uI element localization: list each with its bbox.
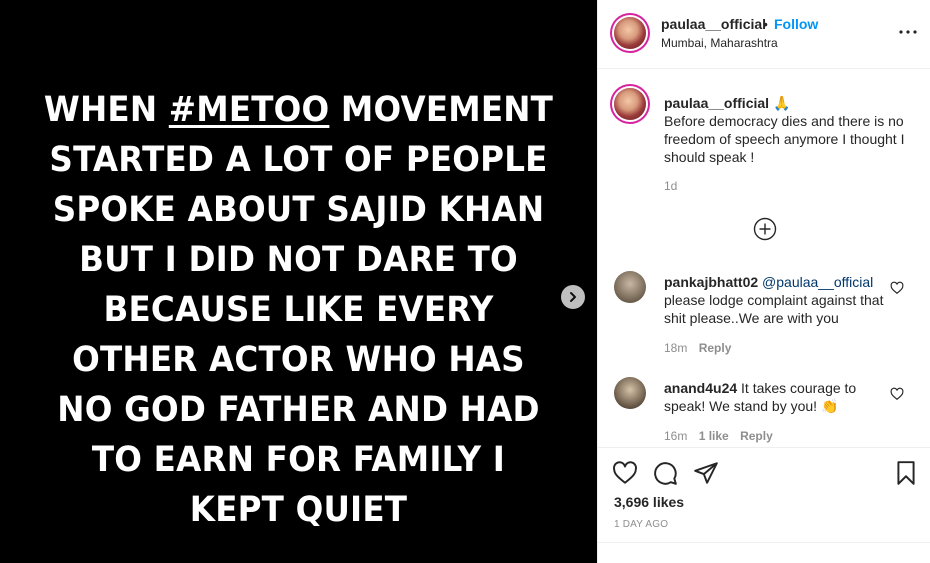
plus-circle-icon [753,217,777,241]
like-comment-heart-icon[interactable] [890,281,904,295]
reply-button[interactable]: Reply [740,429,773,443]
post-header: paulaa__official • Follow Mumbai, Mahara… [598,0,930,69]
media-line-3: SPOKE ABOUT SAJID KHAN [52,190,545,230]
chevron-right-icon [570,292,576,302]
comment-time[interactable]: 16m [664,429,687,443]
caption-username[interactable]: paulaa__official [664,95,769,111]
post-side-panel: paulaa__official • Follow Mumbai, Mahara… [597,0,930,563]
caption-text: Before democracy dies and there is no fr… [664,113,905,165]
header-location[interactable]: Mumbai, Maharashtra [661,36,778,50]
post-media: WHEN #METOO MOVEMENT STARTED A LOT OF PE… [0,0,597,563]
post-actions: 3,696 likes 1 DAY AGO [598,447,930,563]
comment-meta: 18m Reply [664,341,739,355]
header-username[interactable]: paulaa__official [661,16,766,32]
caption-emoji: 🙏 [772,95,791,111]
media-line-2: STARTED A LOT OF PEOPLE [49,140,548,180]
comment-mention[interactable]: @paulaa__official [762,274,873,290]
media-line-5: BECAUSE LIKE EVERY [103,290,494,330]
header-separator-dot: • [763,16,768,32]
reply-button[interactable]: Reply [699,341,732,355]
caption-avatar[interactable] [614,88,646,120]
comment-avatar[interactable] [614,271,646,303]
comment-likes-count[interactable]: 1 like [699,429,729,443]
caption-timestamp[interactable]: 1d [664,179,677,193]
more-options-button[interactable] [898,22,918,42]
media-line-6: OTHER ACTOR WHO HAS [72,340,525,380]
comment-avatar[interactable] [614,377,646,409]
add-comment-area[interactable] [598,542,930,563]
comment: anand4u24 It takes courage to speak! We … [664,379,884,415]
share-paper-plane-icon[interactable] [693,460,719,486]
comment-bubble-icon[interactable] [652,460,678,486]
more-horizontal-icon [899,30,917,34]
media-line-8: TO EARN FOR FAMILY I [91,440,506,480]
media-text: WHEN #METOO MOVEMENT STARTED A LOT OF PE… [21,85,576,535]
comment-username[interactable]: pankajbhatt02 [664,274,758,290]
like-heart-icon[interactable] [612,460,638,486]
avatar[interactable] [614,17,646,49]
comment-time[interactable]: 18m [664,341,687,355]
media-line-1: WHEN #METOO MOVEMENT [43,90,554,130]
comment-meta: 16m 1 like Reply [664,429,781,443]
comment: pankajbhatt02 @paulaa__official please l… [664,273,884,327]
media-line-9: KEPT QUIET [189,490,408,530]
comment-emoji: 👏 [820,398,839,414]
media-line-7: NO GOD FATHER AND HAD [57,390,540,430]
follow-button[interactable]: Follow [774,16,818,32]
comment-username[interactable]: anand4u24 [664,380,737,396]
next-slide-button[interactable] [561,285,585,309]
post-date[interactable]: 1 DAY AGO [614,519,668,530]
media-hashtag: #METOO [168,90,330,130]
caption: paulaa__official 🙏 Before democracy dies… [664,94,914,166]
media-line-4: BUT I DID NOT DARE TO [79,240,518,280]
comment-text: please lodge complaint against that shit… [664,292,884,326]
load-more-comments-button[interactable] [753,217,777,241]
likes-count[interactable]: 3,696 likes [614,494,684,510]
save-bookmark-icon[interactable] [893,460,919,486]
like-comment-heart-icon[interactable] [890,387,904,401]
